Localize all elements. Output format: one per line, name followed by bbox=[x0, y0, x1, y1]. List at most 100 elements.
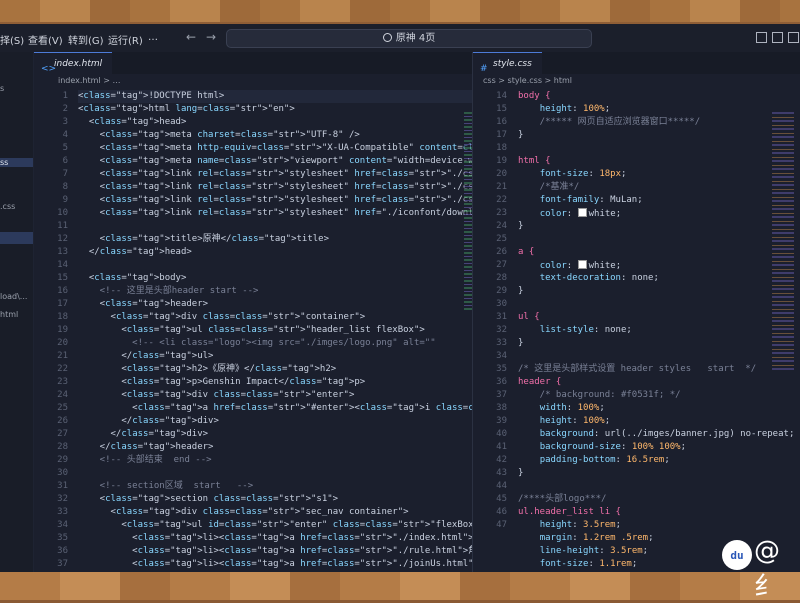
breadcrumb-folder[interactable]: css bbox=[483, 76, 496, 85]
code-line[interactable]: /*基准*/ bbox=[518, 181, 794, 194]
code-line[interactable] bbox=[518, 350, 794, 363]
code-line[interactable]: margin: 1.2rem .5rem; bbox=[518, 532, 794, 545]
line-number: 14 bbox=[57, 260, 68, 270]
line-number: 3 bbox=[62, 117, 68, 127]
code-line[interactable]: background: url(../imges/banner.jpg) no-… bbox=[518, 428, 795, 441]
breadcrumb-symbol[interactable]: html bbox=[554, 76, 572, 85]
code-line[interactable]: font-size: 18px; bbox=[518, 168, 794, 181]
code-line[interactable]: height: 100%; bbox=[518, 103, 794, 116]
breadcrumb[interactable]: css > style.css > html bbox=[473, 74, 800, 88]
menu-run[interactable]: 运行(R) bbox=[108, 32, 143, 47]
line-number: 21 bbox=[57, 351, 68, 361]
command-search-box[interactable]: 原神 4页 bbox=[226, 29, 592, 48]
tab-index-html[interactable]: <> index.html bbox=[34, 52, 113, 75]
code-line[interactable]: a { bbox=[518, 246, 794, 259]
line-number: 31 bbox=[496, 312, 507, 322]
explorer-item[interactable]: load\... bbox=[0, 292, 33, 301]
color-swatch[interactable] bbox=[577, 208, 587, 217]
tab-label: index.html bbox=[54, 59, 103, 69]
code-line[interactable]: line-height: 3.5rem; bbox=[518, 545, 794, 558]
tab-style-css[interactable]: # style.css bbox=[473, 52, 542, 75]
line-number: 2 bbox=[62, 104, 68, 114]
left-editor: <> index.html index.html > … 1 2 3 4 5 6 7 8 9 10 1… bbox=[34, 52, 767, 574]
minimap[interactable] bbox=[772, 112, 794, 372]
breadcrumb[interactable]: index.html > … bbox=[34, 74, 472, 88]
code-line[interactable] bbox=[518, 298, 794, 311]
code-line[interactable]: header { bbox=[518, 376, 794, 389]
line-number: 37 bbox=[496, 390, 507, 400]
code-line[interactable]: html { bbox=[518, 155, 794, 168]
line-number: 26 bbox=[496, 247, 507, 257]
explorer-sidebar: s ss .css load\... html bbox=[0, 52, 33, 574]
line-number: 8 bbox=[62, 182, 68, 192]
line-number: 16 bbox=[57, 286, 68, 296]
line-number: 18 bbox=[57, 312, 68, 322]
code-line[interactable]: font-size: 1.1rem; bbox=[518, 558, 794, 571]
forward-arrow-icon[interactable]: → bbox=[206, 30, 216, 44]
line-number: 18 bbox=[496, 143, 507, 153]
line-number: 39 bbox=[496, 416, 507, 426]
watermark-badge: du bbox=[722, 540, 752, 570]
code-line[interactable] bbox=[518, 142, 794, 155]
code-line[interactable]: width: 100%; bbox=[518, 402, 794, 415]
color-swatch[interactable] bbox=[577, 260, 587, 269]
toggle-sidebar-icon[interactable] bbox=[756, 32, 767, 43]
wood-background-bottom bbox=[0, 572, 800, 600]
menu-more[interactable]: … bbox=[148, 32, 158, 43]
line-number: 36 bbox=[57, 546, 68, 556]
code-line[interactable]: list-style: none; bbox=[518, 324, 794, 337]
line-number: 35 bbox=[57, 533, 68, 543]
code-line[interactable]: /****头部logo***/ bbox=[518, 493, 794, 506]
breadcrumb-file[interactable]: style.css bbox=[508, 76, 542, 85]
code-line[interactable] bbox=[518, 233, 794, 246]
line-number: 37 bbox=[57, 559, 68, 569]
title-bar: 择(S) 查看(V) 转到(G) 运行(R) … ← → 原神 4页 bbox=[0, 24, 800, 52]
code-line[interactable]: height: 3.5rem; bbox=[518, 519, 794, 532]
code-line[interactable]: color: white; bbox=[518, 259, 794, 272]
explorer-item[interactable]: .css bbox=[0, 202, 33, 211]
code-line[interactable]: font-family: MuLan; bbox=[518, 194, 794, 207]
css-code[interactable]: body { height: 100%; /***** 网页自适应浏览器窗口**… bbox=[518, 90, 794, 571]
code-line[interactable]: } bbox=[518, 467, 794, 480]
explorer-item-highlight[interactable] bbox=[0, 232, 33, 244]
toggle-panel-icon[interactable] bbox=[772, 32, 783, 43]
line-number: 32 bbox=[496, 325, 507, 335]
code-line[interactable]: color: white; bbox=[518, 207, 794, 220]
line-number: 11 bbox=[57, 221, 68, 231]
line-number: 10 bbox=[57, 208, 68, 218]
search-icon bbox=[382, 33, 392, 42]
line-number: 24 bbox=[496, 221, 507, 231]
code-line[interactable]: text-decoration: none; bbox=[518, 272, 794, 285]
line-number: 34 bbox=[496, 351, 507, 361]
customize-layout-icon[interactable] bbox=[788, 32, 799, 43]
code-line[interactable]: /***** 网页自适应浏览器窗口*****/ bbox=[518, 116, 794, 129]
line-number: 22 bbox=[57, 364, 68, 374]
code-line[interactable]: /* 这里是头部样式设置 header styles start */ bbox=[518, 363, 794, 376]
menu-go[interactable]: 转到(G) bbox=[68, 32, 104, 47]
line-number: 38 bbox=[496, 403, 507, 413]
code-line[interactable]: } bbox=[518, 337, 794, 350]
back-arrow-icon[interactable]: ← bbox=[186, 30, 196, 44]
code-line[interactable]: background-size: 100% 100%; bbox=[518, 441, 794, 454]
code-line[interactable]: } bbox=[518, 220, 794, 233]
line-number: 41 bbox=[496, 442, 507, 452]
explorer-item-selected[interactable]: ss bbox=[0, 158, 33, 167]
line-number: 34 bbox=[57, 520, 68, 530]
code-line[interactable]: padding-bottom: 16.5rem; bbox=[518, 454, 794, 467]
code-line[interactable]: ul.header_list li { bbox=[518, 506, 794, 519]
line-number: 47 bbox=[496, 520, 507, 530]
line-number: 17 bbox=[57, 299, 68, 309]
code-line[interactable]: height: 100%; bbox=[518, 415, 794, 428]
code-line[interactable]: body { bbox=[518, 90, 794, 103]
code-line[interactable]: } bbox=[518, 129, 794, 142]
explorer-item[interactable]: html bbox=[0, 310, 33, 319]
menu-view[interactable]: 查看(V) bbox=[28, 32, 63, 47]
code-line[interactable] bbox=[518, 480, 794, 493]
code-line[interactable]: /* background: #f0531f; */ bbox=[518, 389, 794, 402]
explorer-item[interactable]: s bbox=[0, 84, 33, 93]
line-number: 15 bbox=[496, 104, 507, 114]
line-number: 43 bbox=[496, 468, 507, 478]
code-line[interactable]: } bbox=[518, 285, 794, 298]
menu-selection[interactable]: 择(S) bbox=[0, 32, 24, 47]
code-line[interactable]: ul { bbox=[518, 311, 794, 324]
